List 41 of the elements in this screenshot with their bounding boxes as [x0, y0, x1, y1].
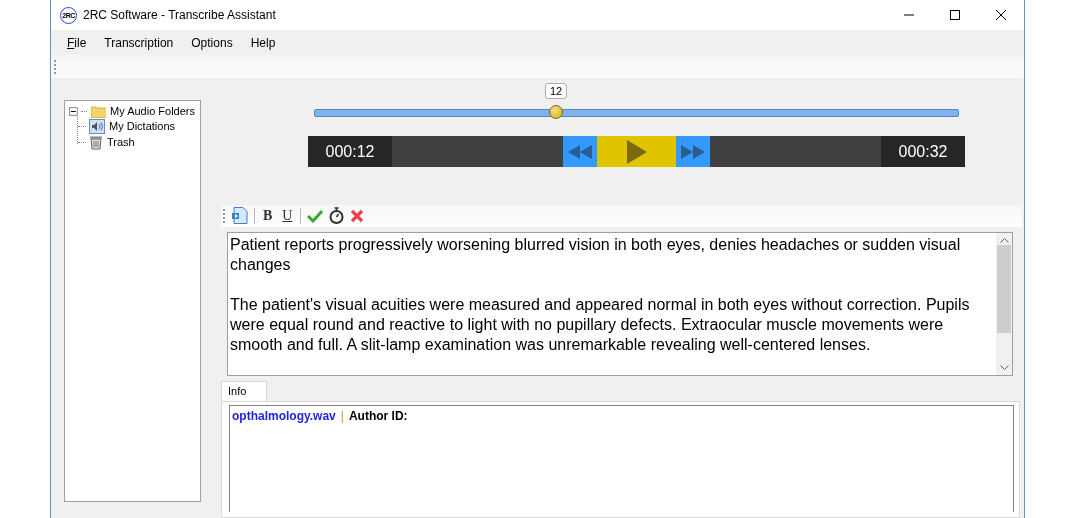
scroll-up-icon[interactable]	[999, 236, 1009, 243]
elapsed-time: 000:12	[308, 136, 392, 168]
close-icon[interactable]	[995, 9, 1007, 21]
rewind-button[interactable]	[563, 136, 597, 168]
file-name: opthalmology.wav	[232, 409, 336, 423]
tree-item[interactable]: My Audio Folders	[109, 105, 196, 117]
collapse-icon[interactable]	[69, 106, 78, 116]
tree-item[interactable]: Trash	[106, 136, 136, 148]
menu-item[interactable]: File	[58, 35, 96, 50]
folder-icon	[90, 104, 106, 118]
speaker-icon	[89, 118, 105, 134]
stopwatch-icon[interactable]	[329, 207, 345, 225]
window-title: 2RC Software - Transcribe Assistant	[83, 8, 276, 22]
transcript-paragraph: Patient reports progressively worsening blurred vision in both eyes, denies headaches or sudden visual changes	[230, 234, 962, 275]
maximize-icon[interactable]	[949, 9, 961, 21]
position-tooltip: 12	[545, 83, 568, 99]
play-icon	[626, 139, 647, 164]
trash-icon	[89, 134, 103, 150]
author-label: Author ID:	[348, 409, 408, 423]
bold-button[interactable]: B	[261, 207, 275, 224]
scroll-down-icon[interactable]	[999, 364, 1009, 371]
info-tab[interactable]: Info	[221, 380, 267, 401]
document-icon[interactable]	[232, 207, 248, 225]
forward-button[interactable]	[676, 136, 710, 168]
transcript-paragraph: The patient's visual acuities were measured and appeared normal in both eyes without correction. Pupils were equal round and reactive to light with no pupillary defects. Extraocular muscle movements were smooth and full. A slit-lamp examination was unremarkable revealing well-centered lenses.	[230, 294, 971, 355]
slider-thumb[interactable]	[549, 105, 564, 119]
menu-item[interactable]: Help	[241, 35, 285, 50]
underline-button[interactable]: U	[280, 207, 295, 224]
checkmark-icon[interactable]	[307, 208, 324, 223]
rewind-icon	[568, 144, 592, 159]
transcript-editor[interactable]	[227, 231, 1013, 376]
play-button[interactable]	[597, 136, 676, 168]
grip-icon	[223, 207, 226, 224]
grip-icon	[54, 58, 57, 75]
total-time: 000:32	[881, 136, 965, 168]
menu-item[interactable]: Options	[182, 35, 242, 50]
menu-item[interactable]: Transcription	[95, 35, 183, 50]
fast-forward-icon	[681, 144, 705, 159]
tree-item[interactable]: My Dictations	[108, 120, 177, 132]
separator: |	[340, 409, 344, 423]
scrollbar[interactable]	[996, 232, 1012, 375]
